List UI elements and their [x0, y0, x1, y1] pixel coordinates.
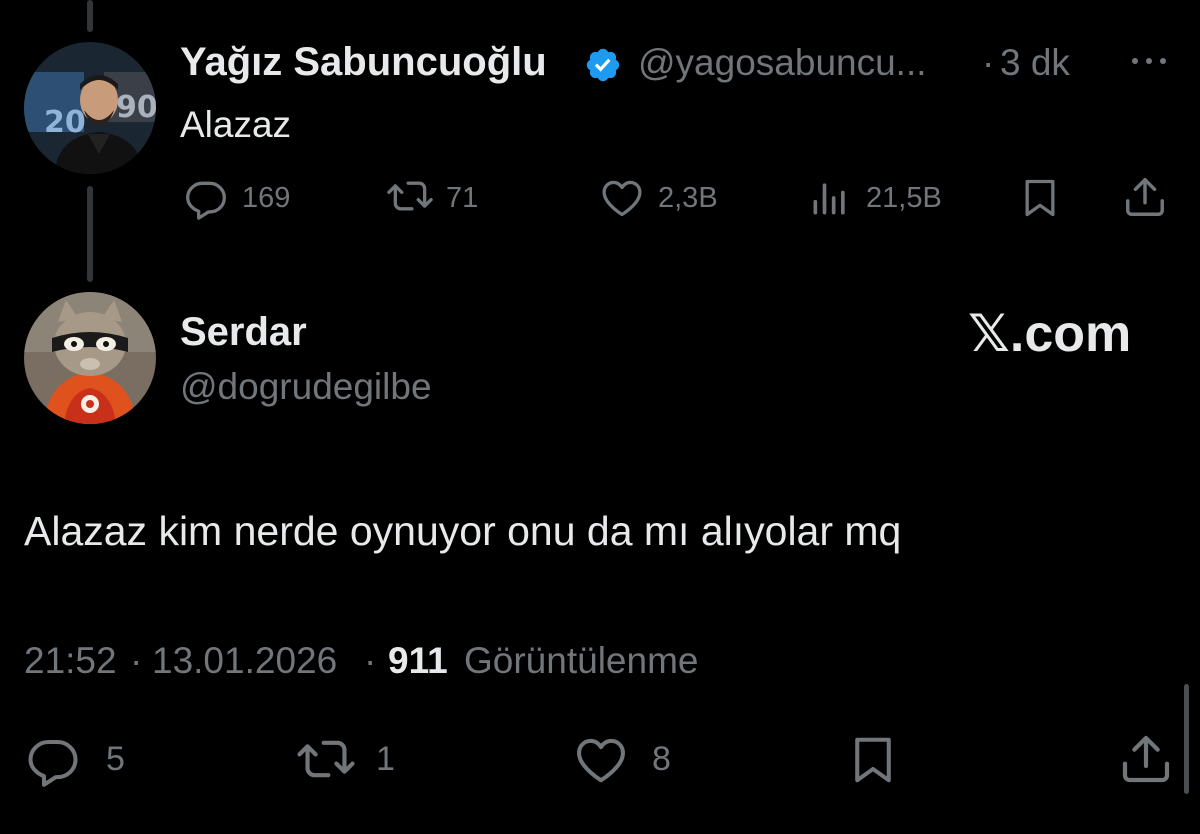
retweet-icon	[296, 731, 356, 787]
main-display-name[interactable]: Serdar	[180, 310, 307, 355]
main-tweet-date[interactable]: 13.01.2026	[152, 640, 337, 682]
bookmark-icon[interactable]	[1018, 176, 1062, 220]
main-views-count: 911	[388, 640, 448, 681]
parent-handle[interactable]: @yagosabuncu...	[638, 42, 927, 84]
svg-text:20: 20	[44, 105, 86, 140]
parent-reply-count: 169	[242, 182, 291, 214]
avatar[interactable]	[24, 292, 156, 424]
like-icon	[600, 176, 644, 220]
parent-views-count: 21,5B	[866, 182, 942, 214]
main-tweet-time[interactable]: 21:52	[24, 640, 117, 682]
main-handle[interactable]: @dogrudegilbe	[180, 366, 432, 408]
separator-dot: ·	[130, 640, 143, 681]
main-like-count: 8	[652, 740, 671, 778]
like-icon	[574, 733, 628, 787]
share-icon[interactable]	[1122, 174, 1168, 220]
more-icon[interactable]	[1128, 54, 1170, 68]
separator-dot: ·	[982, 42, 995, 83]
verified-badge-icon	[584, 46, 622, 84]
parent-retweet-count: 71	[446, 182, 479, 214]
retweet-icon	[386, 174, 434, 218]
thread-line-bottom	[87, 186, 93, 282]
avatar[interactable]: 20 90	[24, 42, 156, 174]
main-views-label: Görüntülenme	[464, 640, 699, 681]
svg-text:90: 90	[116, 90, 156, 125]
parent-display-name[interactable]: Yağız Sabuncuoğlu	[180, 40, 547, 85]
bookmark-icon[interactable]	[846, 733, 900, 787]
parent-timestamp[interactable]: 3 dk	[1000, 42, 1070, 84]
parent-like-count: 2,3B	[658, 182, 718, 214]
thread-line-top	[87, 0, 93, 32]
main-tweet-text: Alazaz kim nerde oynuyor onu da mı alıyo…	[24, 508, 902, 554]
x-watermark: 𝕏.com	[968, 305, 1132, 363]
views-icon	[808, 176, 852, 220]
reply-icon	[184, 176, 228, 220]
reply-icon	[26, 733, 80, 787]
scrollbar[interactable]	[1184, 684, 1189, 794]
main-retweet-count: 1	[376, 740, 395, 778]
parent-tweet-text: Alazaz	[180, 104, 292, 145]
share-icon[interactable]	[1118, 731, 1174, 787]
separator-dot: ·	[364, 640, 377, 681]
main-reply-count: 5	[106, 740, 125, 778]
